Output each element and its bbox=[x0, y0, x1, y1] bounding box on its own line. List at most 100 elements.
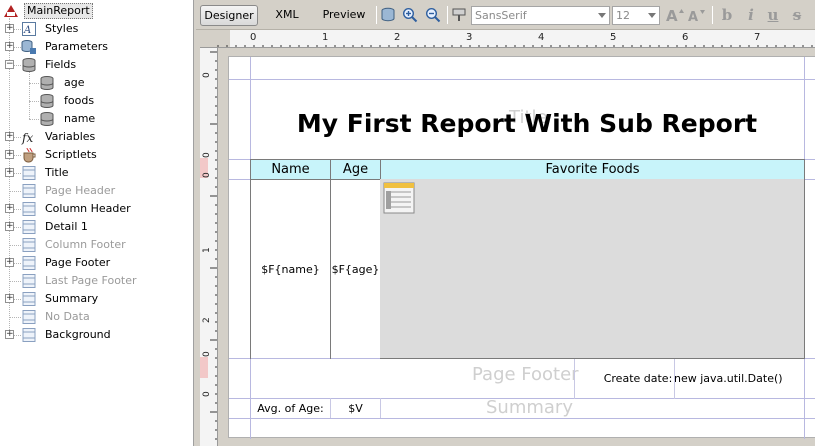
designer-toolbar: Designer XML Preview SansSerif 12 A A b … bbox=[196, 0, 815, 30]
expand-toggle-icon[interactable]: + bbox=[5, 42, 14, 51]
detail-age-field[interactable]: $F{age} bbox=[330, 260, 381, 278]
field-icon bbox=[39, 75, 55, 91]
band-icon bbox=[21, 183, 37, 199]
font-family-combo[interactable]: SansSerif bbox=[471, 6, 610, 25]
ruler-label: 1 bbox=[322, 32, 328, 43]
tree-node-fields[interactable]: − Fields bbox=[0, 56, 193, 74]
tree-node-summary[interactable]: + Summary bbox=[0, 290, 193, 308]
variables-icon: fx bbox=[21, 129, 37, 145]
tree-node-label: Scriptlets bbox=[45, 148, 97, 161]
ruler-label: 3 bbox=[466, 32, 472, 43]
chevron-down-icon bbox=[645, 7, 659, 24]
expand-toggle-icon[interactable]: + bbox=[5, 258, 14, 267]
tree-node-field-name[interactable]: name bbox=[0, 110, 193, 128]
expand-toggle-icon[interactable]: + bbox=[5, 294, 14, 303]
expand-toggle-icon[interactable]: + bbox=[5, 150, 14, 159]
tree-node-background[interactable]: + Background bbox=[0, 326, 193, 344]
expand-toggle-icon[interactable]: + bbox=[5, 24, 14, 33]
tree-node-label: Column Footer bbox=[45, 238, 126, 251]
tree-node-field-foods[interactable]: foods bbox=[0, 92, 193, 110]
ruler-band-marker bbox=[200, 357, 208, 378]
tree-node-page-footer[interactable]: + Page Footer bbox=[0, 254, 193, 272]
band-boundary bbox=[229, 79, 815, 80]
font-size-value: 12 bbox=[616, 9, 630, 22]
column-header-name[interactable]: Name bbox=[250, 159, 331, 180]
expand-toggle-icon[interactable]: + bbox=[5, 132, 14, 141]
database-icon[interactable] bbox=[379, 6, 397, 24]
expand-toggle-icon[interactable]: + bbox=[5, 222, 14, 231]
summary-band-watermark: Summary bbox=[486, 397, 573, 418]
subreport-element[interactable] bbox=[380, 179, 805, 359]
tree-node-label: foods bbox=[64, 94, 95, 107]
italic-button[interactable]: i bbox=[740, 5, 762, 25]
increase-font-icon[interactable]: A bbox=[664, 6, 686, 24]
tree-connector bbox=[29, 119, 39, 120]
expand-toggle-icon[interactable]: + bbox=[5, 168, 14, 177]
report-icon bbox=[3, 3, 19, 19]
tree-node-scriptlets[interactable]: + Scriptlets bbox=[0, 146, 193, 164]
create-date-label[interactable]: Create date: bbox=[602, 370, 674, 386]
format-painter-icon[interactable] bbox=[450, 6, 468, 24]
avg-age-field[interactable]: $V bbox=[330, 400, 381, 416]
page-footer-band-watermark: Page Footer bbox=[472, 364, 579, 385]
report-title[interactable]: My First Report With Sub Report bbox=[250, 105, 804, 141]
band-icon bbox=[21, 255, 37, 271]
scriptlets-icon bbox=[21, 147, 37, 163]
toolbar-separator bbox=[376, 6, 377, 24]
ruler-label: 2 bbox=[394, 32, 400, 43]
tree-node-no-data[interactable]: No Data bbox=[0, 308, 193, 326]
svg-text:A: A bbox=[23, 25, 31, 36]
tab-xml[interactable]: XML bbox=[266, 5, 308, 26]
tree-node-label: MainReport bbox=[24, 3, 93, 19]
expand-toggle-icon[interactable]: + bbox=[5, 330, 14, 339]
svg-text:A: A bbox=[688, 10, 698, 23]
column-header-favorite-foods[interactable]: Favorite Foods bbox=[380, 159, 805, 180]
strikethrough-button[interactable]: s bbox=[786, 5, 808, 25]
band-icon bbox=[21, 273, 37, 289]
tree-node-main-report[interactable]: MainReport bbox=[0, 2, 193, 20]
font-size-combo[interactable]: 12 bbox=[612, 6, 660, 25]
tree-node-variables[interactable]: + fx Variables bbox=[0, 128, 193, 146]
ruler-label: 4 bbox=[538, 32, 544, 43]
tab-designer[interactable]: Designer bbox=[200, 5, 258, 26]
tree-node-label: Background bbox=[45, 328, 111, 341]
tree-node-styles[interactable]: + A Styles bbox=[0, 20, 193, 38]
tree-node-label: Column Header bbox=[45, 202, 131, 215]
tree-node-parameters[interactable]: + Parameters bbox=[0, 38, 193, 56]
font-family-value: SansSerif bbox=[475, 9, 527, 22]
bold-button[interactable]: b bbox=[716, 5, 738, 25]
ruler-label: 0 bbox=[202, 351, 212, 357]
tree-node-label: Summary bbox=[45, 292, 99, 305]
create-date-field[interactable]: new java.util.Date() bbox=[674, 370, 783, 386]
decrease-font-icon[interactable]: A bbox=[686, 6, 708, 24]
underline-button[interactable]: u bbox=[762, 5, 784, 25]
design-canvas[interactable]: Title My First Report With Sub Report Na… bbox=[218, 48, 815, 446]
band-icon bbox=[21, 219, 37, 235]
band-icon bbox=[21, 237, 37, 253]
detail-name-field[interactable]: $F{name} bbox=[250, 260, 331, 278]
tree-node-title[interactable]: + Title bbox=[0, 164, 193, 182]
tree-node-column-footer[interactable]: Column Footer bbox=[0, 236, 193, 254]
expand-toggle-icon[interactable]: + bbox=[5, 204, 14, 213]
avg-age-label[interactable]: Avg. of Age: bbox=[250, 400, 331, 416]
band-icon bbox=[21, 201, 37, 217]
ruler-label: 1 bbox=[202, 247, 212, 253]
tree-node-label: Parameters bbox=[45, 40, 108, 53]
column-header-age[interactable]: Age bbox=[330, 159, 381, 180]
field-icon bbox=[39, 93, 55, 109]
tree-node-detail-1[interactable]: + Detail 1 bbox=[0, 218, 193, 236]
parameters-icon bbox=[21, 39, 37, 55]
zoom-in-icon[interactable] bbox=[401, 6, 419, 24]
tree-node-last-page-footer[interactable]: Last Page Footer bbox=[0, 272, 193, 290]
tree-connector bbox=[9, 317, 21, 318]
tree-node-label: Page Header bbox=[45, 184, 116, 197]
ruler-label: 0 bbox=[202, 172, 212, 178]
tree-node-label: Title bbox=[45, 166, 69, 179]
tree-node-column-header[interactable]: + Column Header bbox=[0, 200, 193, 218]
zoom-out-icon[interactable] bbox=[424, 6, 442, 24]
tree-node-page-header[interactable]: Page Header bbox=[0, 182, 193, 200]
expand-toggle-icon[interactable]: − bbox=[5, 60, 14, 69]
tab-preview[interactable]: Preview bbox=[316, 5, 372, 26]
band-icon bbox=[21, 327, 37, 343]
tree-node-field-age[interactable]: age bbox=[0, 74, 193, 92]
